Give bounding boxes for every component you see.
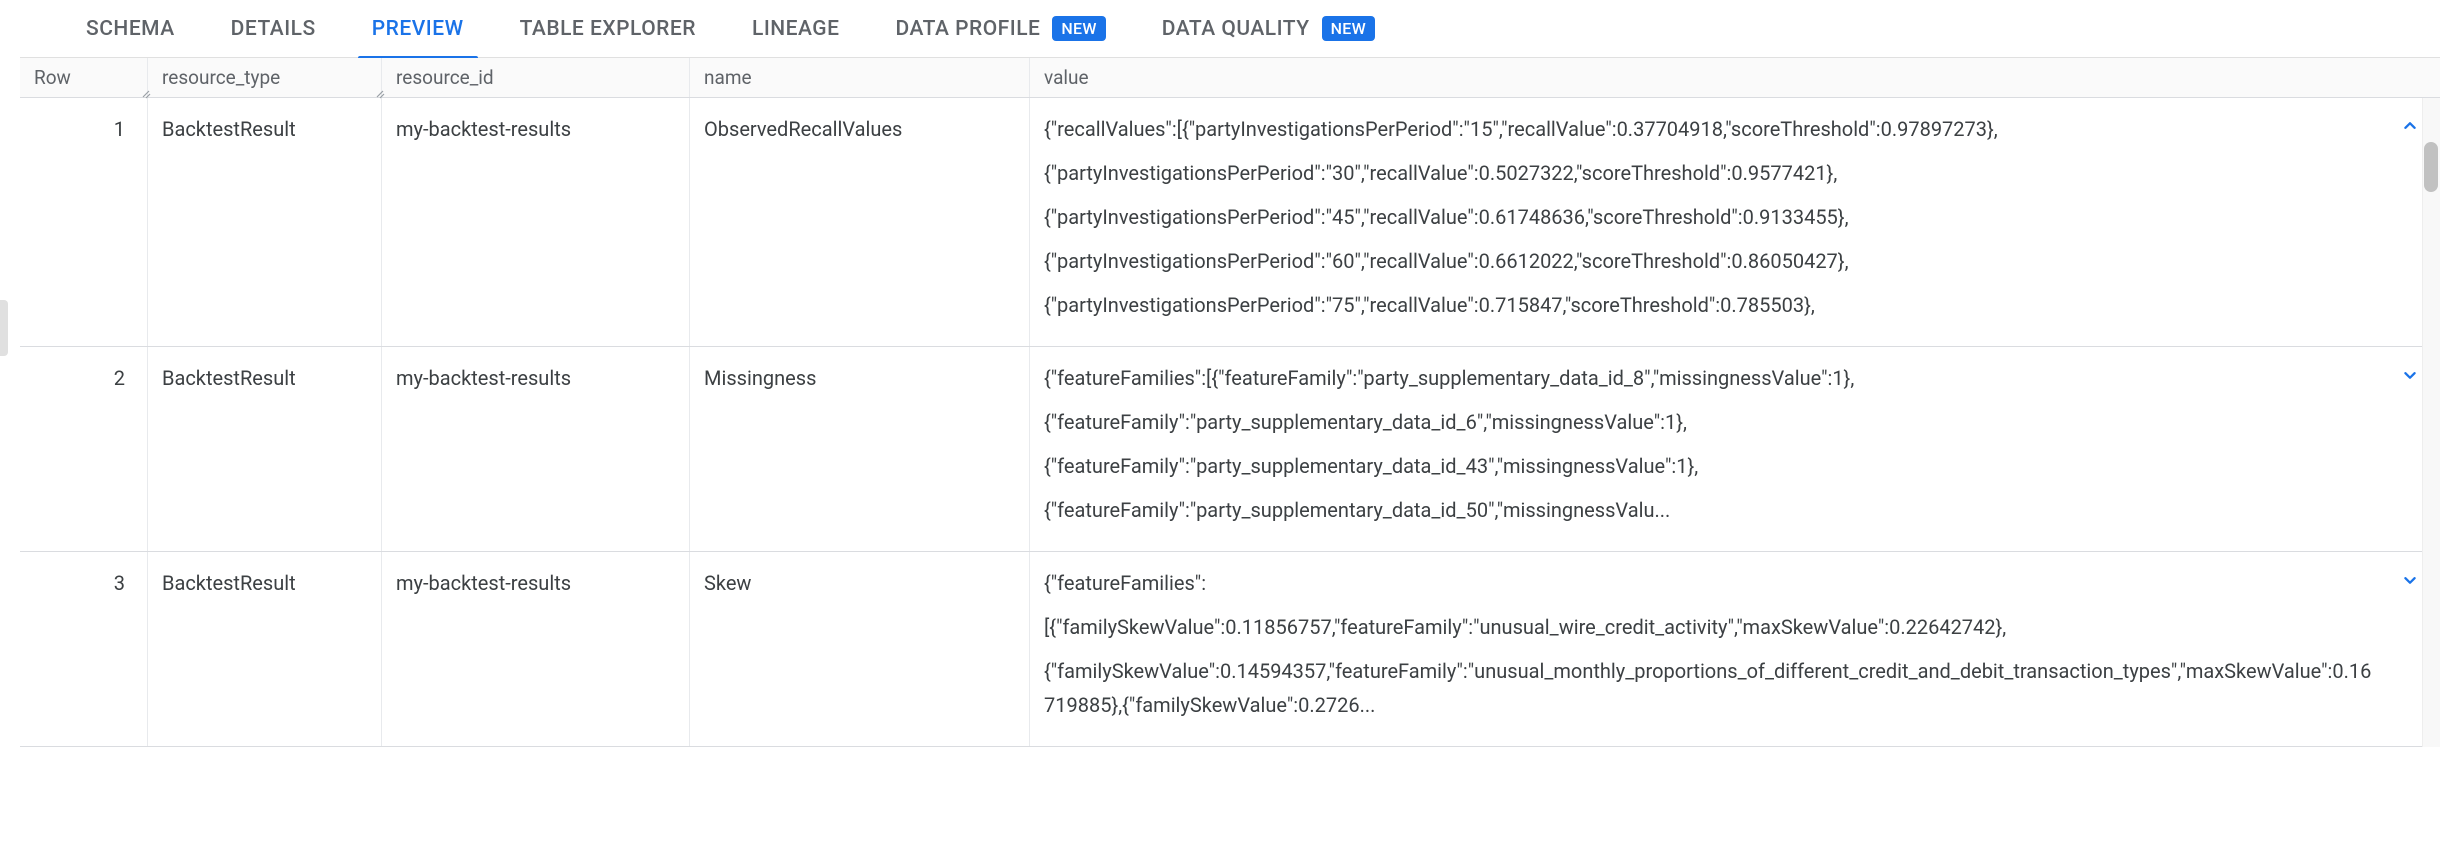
col-header-name[interactable]: name — [690, 58, 1030, 97]
tab-label: SCHEMA — [86, 17, 175, 41]
col-header-value[interactable]: value — [1030, 58, 2440, 97]
value-line: [{"familySkewValue":0.11856757,"featureF… — [1044, 610, 2380, 644]
chevron-down-icon[interactable] — [2398, 568, 2422, 592]
tab-label: DATA PROFILE — [895, 17, 1040, 41]
tab-data-quality[interactable]: DATA QUALITY NEW — [1134, 0, 1403, 58]
col-header-resource-type-label: resource_type — [162, 66, 280, 89]
chevron-up-icon[interactable] — [2398, 114, 2422, 138]
chevron-down-icon[interactable] — [2398, 363, 2422, 387]
panel-resize-handle[interactable] — [0, 300, 8, 356]
tab-label: LINEAGE — [752, 17, 840, 41]
col-header-resource-id-label: resource_id — [396, 66, 494, 89]
tab-table-explorer[interactable]: TABLE EXPLORER — [492, 0, 724, 58]
value-line: {"partyInvestigationsPerPeriod":"45","re… — [1044, 200, 2380, 234]
col-header-row[interactable]: Row — [20, 58, 148, 97]
value-line: {"partyInvestigationsPerPeriod":"30","re… — [1044, 156, 2380, 190]
cell-resource-type: BacktestResult — [148, 552, 382, 746]
cell-name: ObservedRecallValues — [690, 98, 1030, 346]
tab-label: DETAILS — [231, 17, 316, 41]
tab-label: TABLE EXPLORER — [520, 17, 696, 41]
col-header-row-label: Row — [34, 66, 71, 89]
value-line: {"partyInvestigationsPerPeriod":"60","re… — [1044, 244, 2380, 278]
cell-row-number: 2 — [20, 347, 148, 551]
cell-resource-id: my-backtest-results — [382, 347, 690, 551]
cell-resource-type: BacktestResult — [148, 347, 382, 551]
tab-label: DATA QUALITY — [1162, 17, 1310, 41]
col-header-resource-type[interactable]: resource_type — [148, 58, 382, 97]
tab-details[interactable]: DETAILS — [203, 0, 344, 58]
table-row: 1BacktestResultmy-backtest-resultsObserv… — [20, 98, 2440, 347]
col-header-resource-id[interactable]: resource_id — [382, 58, 690, 97]
col-header-name-label: name — [704, 66, 752, 89]
value-line: {"featureFamily":"party_supplementary_da… — [1044, 405, 2380, 439]
tab-data-profile[interactable]: DATA PROFILE NEW — [867, 0, 1133, 58]
preview-table: Row resource_type resource_id name value — [20, 58, 2440, 747]
value-line: {"featureFamily":"party_supplementary_da… — [1044, 449, 2380, 483]
vertical-scrollbar-track[interactable] — [2422, 98, 2440, 747]
value-line: {"featureFamilies":[{"featureFamily":"pa… — [1044, 361, 2380, 395]
tab-lineage[interactable]: LINEAGE — [724, 0, 868, 58]
col-header-value-label: value — [1044, 66, 1089, 89]
cell-name: Missingness — [690, 347, 1030, 551]
new-badge: NEW — [1052, 16, 1105, 41]
table-row: 3BacktestResultmy-backtest-resultsSkew{"… — [20, 552, 2440, 747]
table-header-row: Row resource_type resource_id name value — [20, 58, 2440, 98]
value-line: {"featureFamily":"party_supplementary_da… — [1044, 493, 2380, 527]
cell-resource-id: my-backtest-results — [382, 552, 690, 746]
value-line: {"featureFamilies": — [1044, 566, 2380, 600]
tab-schema[interactable]: SCHEMA — [58, 0, 203, 58]
table-row: 2BacktestResultmy-backtest-resultsMissin… — [20, 347, 2440, 552]
cell-value: {"recallValues":[{"partyInvestigationsPe… — [1030, 98, 2440, 346]
cell-value: {"featureFamilies": [{"familySkewValue":0… — [1030, 552, 2440, 746]
value-line: {"recallValues":[{"partyInvestigationsPe… — [1044, 112, 2380, 146]
tab-preview[interactable]: PREVIEW — [344, 0, 492, 58]
cell-value: {"featureFamilies":[{"featureFamily":"pa… — [1030, 347, 2440, 551]
cell-resource-type: BacktestResult — [148, 98, 382, 346]
value-line: {"familySkewValue":0.14594357,"featureFa… — [1044, 654, 2380, 722]
vertical-scrollbar-thumb[interactable] — [2424, 142, 2438, 192]
cell-row-number: 1 — [20, 98, 148, 346]
tabs-bar: SCHEMA DETAILS PREVIEW TABLE EXPLORER LINEAG… — [20, 0, 2440, 58]
value-line: {"partyInvestigationsPerPeriod":"75","re… — [1044, 288, 2380, 322]
tab-label: PREVIEW — [372, 17, 464, 41]
cell-row-number: 3 — [20, 552, 148, 746]
cell-name: Skew — [690, 552, 1030, 746]
cell-resource-id: my-backtest-results — [382, 98, 690, 346]
new-badge: NEW — [1322, 16, 1375, 41]
